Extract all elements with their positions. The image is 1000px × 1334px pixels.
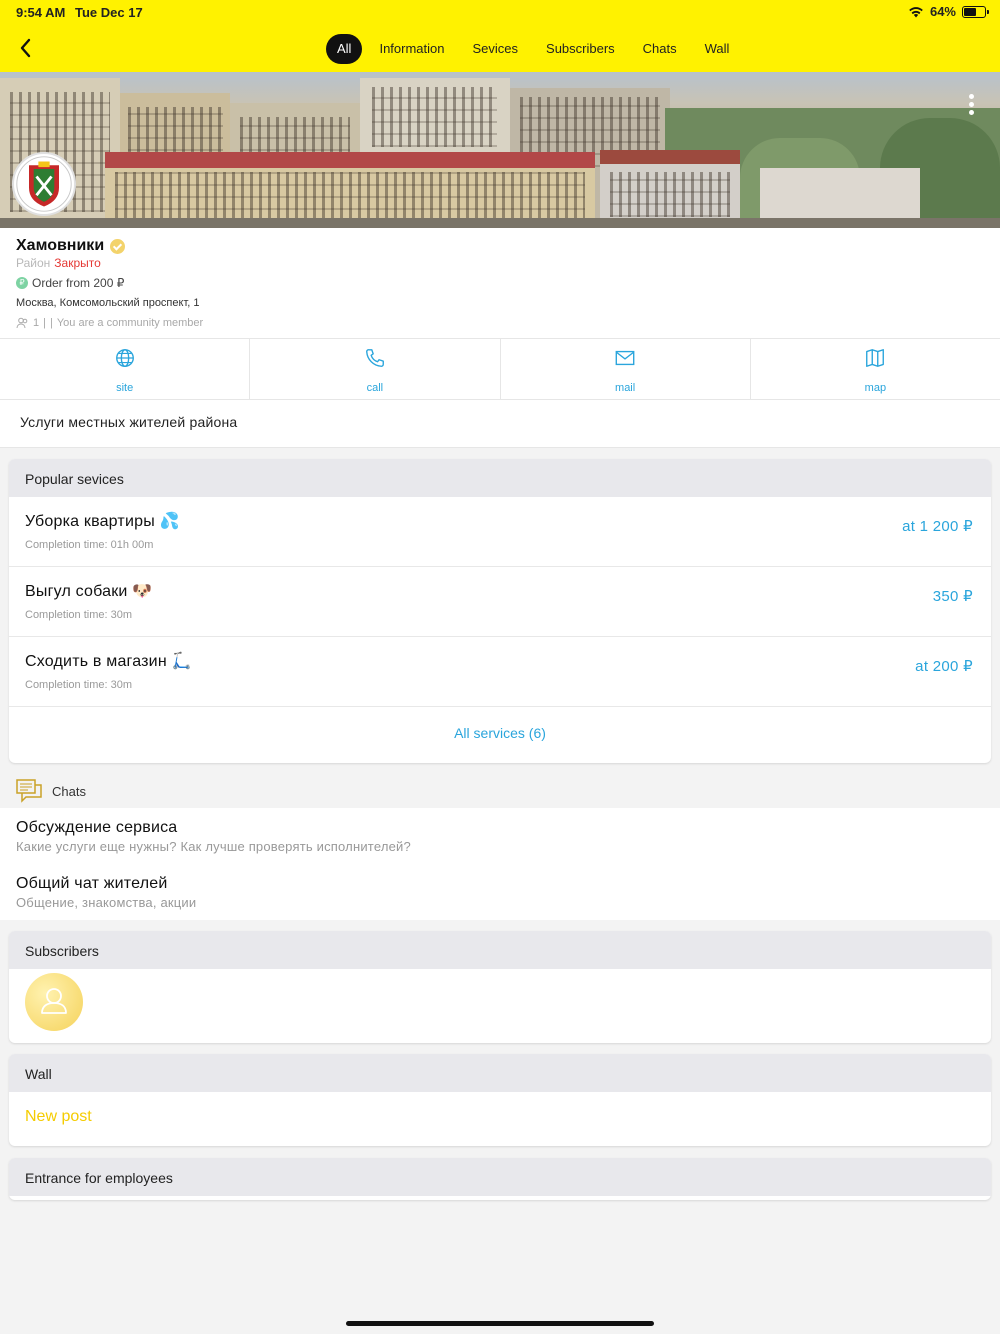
back-chevron-icon[interactable] bbox=[14, 36, 38, 60]
employees-entrance-title: Entrance for employees bbox=[9, 1158, 991, 1196]
separator: | bbox=[49, 317, 53, 329]
subscribers-title: Subscribers bbox=[9, 931, 991, 969]
chat-subtitle: Общение, знакомства, акции bbox=[16, 895, 197, 910]
profile-type-row: Район Закрыто bbox=[16, 256, 101, 270]
call-label: call bbox=[366, 382, 384, 394]
membership-status: You are a community member bbox=[56, 317, 204, 329]
description-text: Услуги местных жителей района bbox=[20, 414, 238, 430]
tab-bar: All Information Sevices Subscribers Chat… bbox=[326, 34, 743, 64]
chat-name: Общий чат жителей bbox=[16, 875, 168, 892]
chat-item[interactable]: Общий чат жителей Общение, знакомства, а… bbox=[16, 875, 196, 910]
service-item[interactable]: Уборка квартиры 💦 Completion time: 01h 0… bbox=[9, 497, 991, 567]
status-date: Tue Dec 17 bbox=[75, 5, 143, 20]
membership-row: 1 | | You are a community member bbox=[16, 317, 203, 329]
service-time: Completion time: 30m bbox=[25, 609, 132, 621]
service-item[interactable]: Выгул собаки 🐶 Completion time: 30m 350 … bbox=[9, 567, 991, 637]
tab-wall[interactable]: Wall bbox=[691, 34, 744, 64]
ruble-coin-icon: ₽ bbox=[16, 277, 28, 289]
service-name: Сходить в магазин 🛴 bbox=[25, 653, 192, 670]
service-item[interactable]: Сходить в магазин 🛴 Completion time: 30m… bbox=[9, 637, 991, 707]
profile-status: Закрыто bbox=[54, 256, 101, 270]
chat-name: Обсуждение сервиса bbox=[16, 819, 178, 836]
subscriber-avatar[interactable] bbox=[25, 973, 83, 1031]
site-label: site bbox=[116, 382, 134, 394]
profile-address[interactable]: Москва, Комсомольский проспект, 1 bbox=[16, 297, 200, 309]
status-right: 64% bbox=[908, 4, 989, 19]
chat-bubbles-icon bbox=[16, 779, 42, 803]
popular-services-card: Popular sevices Уборка квартиры 💦 Comple… bbox=[9, 459, 991, 763]
profile-info: Хамовники Район Закрыто ₽ Order from 200 … bbox=[0, 228, 1000, 338]
members-icon bbox=[16, 317, 28, 329]
profile-name-row: Хамовники bbox=[16, 237, 126, 255]
home-indicator[interactable] bbox=[346, 1321, 654, 1326]
map-label: map bbox=[864, 382, 887, 394]
tab-information[interactable]: Information bbox=[365, 34, 458, 64]
service-time: Completion time: 01h 00m bbox=[25, 539, 154, 551]
user-icon bbox=[41, 988, 67, 1014]
employees-entrance-card[interactable]: Entrance for employees bbox=[9, 1158, 991, 1200]
service-price: 350 ₽ bbox=[932, 588, 973, 605]
cover-image bbox=[0, 72, 1000, 228]
status-time: 9:54 AM bbox=[16, 5, 66, 20]
service-name: Уборка квартиры 💦 bbox=[25, 513, 180, 530]
new-post-button[interactable]: New post bbox=[9, 1092, 991, 1146]
members-count: 1 bbox=[33, 317, 40, 329]
wall-title: Wall bbox=[9, 1054, 991, 1092]
service-time: Completion time: 30m bbox=[25, 679, 132, 691]
phone-icon bbox=[365, 349, 384, 367]
map-button[interactable]: map bbox=[751, 339, 1000, 399]
chats-list: Обсуждение сервиса Какие услуги еще нужн… bbox=[0, 808, 1000, 920]
community-description: Услуги местных жителей района bbox=[0, 400, 1000, 448]
call-button[interactable]: call bbox=[250, 339, 501, 399]
profile-type: Район bbox=[16, 256, 51, 270]
order-row: ₽ Order from 200 ₽ bbox=[16, 276, 124, 290]
tab-chats[interactable]: Chats bbox=[629, 34, 691, 64]
service-price: at 1 200 ₽ bbox=[902, 518, 973, 535]
chat-item[interactable]: Обсуждение сервиса Какие услуги еще нужн… bbox=[16, 819, 411, 854]
mail-button[interactable]: mail bbox=[501, 339, 751, 399]
nav-bar: All Information Sevices Subscribers Chat… bbox=[0, 24, 1000, 72]
profile-name: Хамовники bbox=[16, 237, 105, 254]
wifi-icon bbox=[909, 6, 923, 17]
status-bar: 9:54 AM Tue Dec 17 64% bbox=[0, 0, 1000, 24]
tab-services[interactable]: Sevices bbox=[459, 34, 533, 64]
all-services-link[interactable]: All services (6) bbox=[9, 707, 991, 761]
site-button[interactable]: site bbox=[0, 339, 251, 399]
mail-icon bbox=[615, 350, 635, 366]
battery-icon bbox=[962, 5, 989, 18]
district-crest-logo bbox=[12, 152, 76, 216]
map-icon bbox=[866, 349, 885, 367]
chats-title: Chats bbox=[52, 784, 86, 799]
verified-badge-icon bbox=[110, 238, 126, 254]
order-minimum: Order from 200 ₽ bbox=[32, 276, 125, 290]
chats-section-header: Chats bbox=[0, 774, 1000, 808]
tab-subscribers[interactable]: Subscribers bbox=[532, 34, 629, 64]
more-options-icon[interactable] bbox=[966, 94, 976, 120]
tab-all[interactable]: All bbox=[326, 34, 363, 64]
crest-emblem-icon bbox=[16, 156, 72, 212]
contact-actions: site call mail map bbox=[0, 338, 1000, 400]
chat-subtitle: Какие услуги еще нужны? Как лучше провер… bbox=[16, 839, 411, 854]
globe-icon bbox=[115, 349, 134, 367]
battery-percent: 64% bbox=[929, 4, 956, 19]
service-name: Выгул собаки 🐶 bbox=[25, 583, 153, 600]
popular-services-title: Popular sevices bbox=[9, 459, 991, 497]
service-price: at 200 ₽ bbox=[915, 658, 973, 675]
wall-card: Wall New post bbox=[9, 1054, 991, 1146]
mail-label: mail bbox=[615, 382, 636, 394]
subscribers-card: Subscribers bbox=[9, 931, 991, 1043]
separator: | bbox=[43, 317, 46, 329]
